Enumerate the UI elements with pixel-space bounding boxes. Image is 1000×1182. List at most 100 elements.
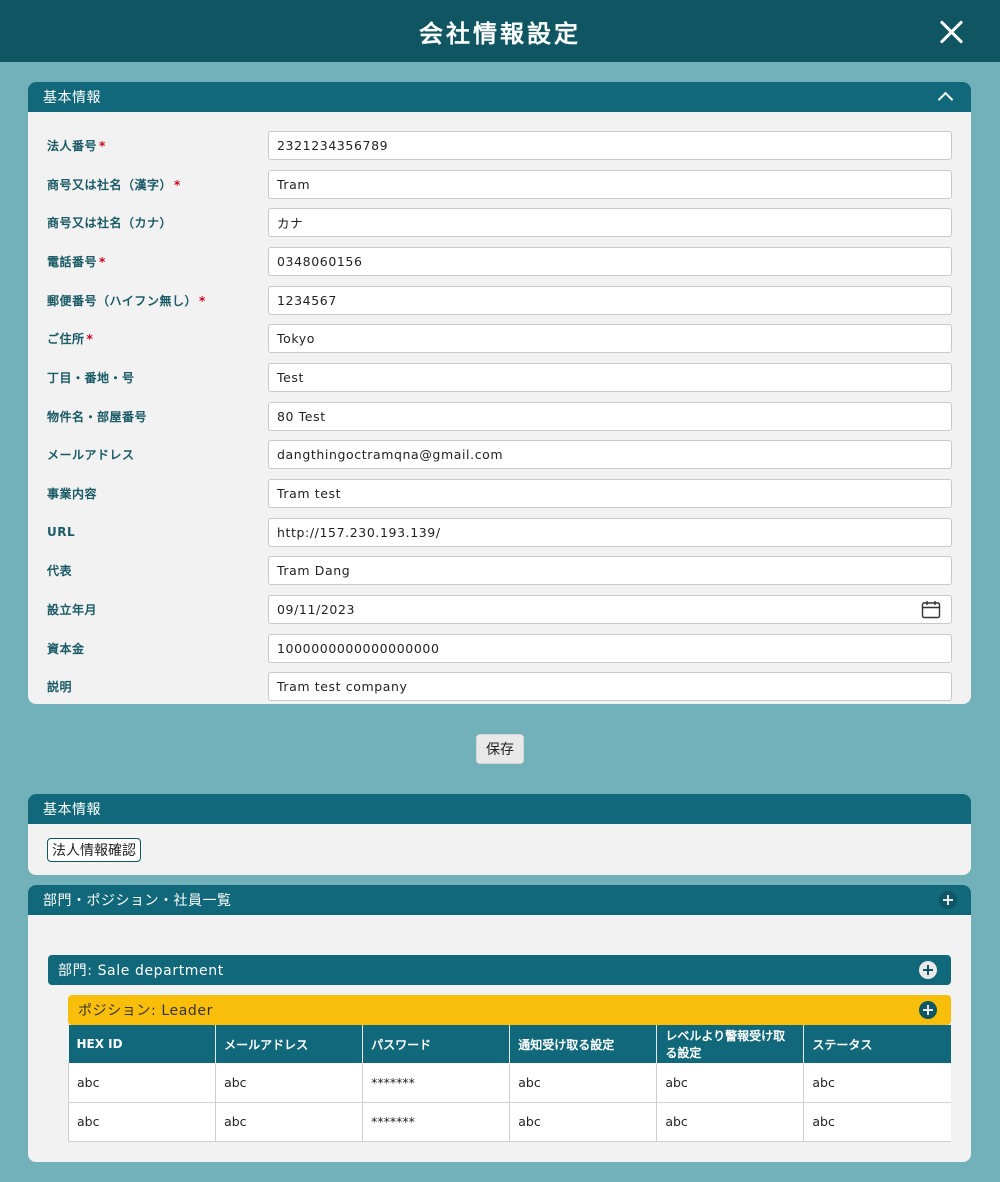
table-cell: abc	[215, 1063, 364, 1103]
field-label-text: メールアドレス	[47, 448, 135, 463]
calendar-icon[interactable]	[921, 600, 941, 619]
table-cell: *******	[362, 1102, 511, 1142]
text-field[interactable]: 1000000000000000000	[268, 633, 952, 663]
add-position-icon[interactable]	[919, 961, 937, 979]
text-field[interactable]: Tram test company	[268, 672, 952, 702]
column-header: 通知受け取る設定	[509, 1025, 658, 1063]
close-icon[interactable]	[938, 19, 964, 45]
field-label-text: 代表	[47, 564, 73, 579]
field-label: メールアドレス	[47, 446, 268, 463]
text-field[interactable]: カナ	[268, 208, 952, 238]
field-label: 資本金	[47, 640, 268, 657]
required-mark: *	[99, 138, 106, 153]
field-value: Tram	[277, 176, 311, 192]
table-row[interactable]: abc abc ******* abc abc abc	[67, 1102, 951, 1142]
text-field[interactable]: Tram	[268, 169, 952, 199]
field-label: 説明	[47, 678, 268, 695]
field-value: http://157.230.193.139/	[277, 524, 441, 540]
field-label-text: 説明	[47, 680, 73, 695]
employee-table: HEX ID メールアドレス パスワード 通知受け取る設定 レベルより警報受け取る設定ス…	[67, 1025, 951, 1142]
required-mark: *	[99, 254, 106, 269]
corp-info-panel: 基本情報 法人情報確認	[28, 794, 971, 875]
corp-info-confirm-button[interactable]: 法人情報確認	[47, 838, 141, 862]
form-row: 物件名・部屋番号 80 Test	[47, 397, 952, 436]
field-value: カナ	[277, 216, 304, 232]
add-department-icon[interactable]	[939, 891, 957, 909]
text-field[interactable]: Tram test	[268, 479, 952, 509]
field-label-text: URL	[47, 525, 76, 540]
form-row: URL http://157.230.193.139/	[47, 513, 952, 552]
basic-info-panel: 基本情報 法人番号 * 2321234356789 商号又は社名（漢字） * Tram 商号…	[28, 82, 971, 704]
field-label: 事業内容	[47, 485, 268, 502]
required-mark: *	[199, 293, 206, 308]
form-row: 設立年月 09/11/2023	[47, 590, 952, 629]
text-field[interactable]: Tokyo	[268, 324, 952, 354]
table-cell: abc	[656, 1063, 805, 1103]
table-cell: abc	[67, 1063, 217, 1103]
field-label-text: 法人番号	[47, 138, 98, 153]
field-value: 09/11/2023	[277, 602, 356, 618]
field-label-text: 資本金	[47, 641, 85, 656]
field-label: 商号又は社名（カナ）	[47, 214, 268, 231]
text-field[interactable]: 0348060156	[268, 246, 952, 276]
text-field[interactable]: http://157.230.193.139/	[268, 517, 952, 547]
table-cell: abc	[67, 1102, 217, 1142]
required-mark: *	[86, 332, 94, 347]
field-value: 2321234356789	[277, 137, 389, 153]
table-cell: abc	[509, 1102, 658, 1142]
column-header: ステータス	[803, 1025, 951, 1063]
field-label: 法人番号 *	[47, 137, 268, 154]
field-value: dangthingoctramqna@gmail.com	[277, 447, 504, 463]
field-label: ご住所 *	[47, 330, 268, 347]
table-cell: abc	[509, 1063, 658, 1103]
form-row: メールアドレス dangthingoctramqna@gmail.com	[47, 436, 952, 475]
basic-info-header[interactable]: 基本情報	[28, 82, 971, 112]
title-bar: 会社情報設定	[0, 0, 1000, 62]
text-field[interactable]: 2321234356789	[268, 130, 952, 160]
company-form: 法人番号 * 2321234356789 商号又は社名（漢字） * Tram 商号又は社名（…	[28, 112, 971, 704]
field-value: 1234567	[277, 292, 337, 308]
table-cell: abc	[656, 1102, 805, 1142]
org-panel: 部門・ポジション・社員一覧 部門: Sale department ポジション:…	[28, 885, 971, 1162]
form-row: 商号又は社名（漢字） * Tram	[47, 165, 952, 204]
column-header: パスワード	[362, 1025, 511, 1063]
position-bar[interactable]: ポジション: Leader	[68, 995, 951, 1025]
field-value: Tram test company	[277, 679, 408, 695]
field-label: 物件名・部屋番号	[47, 408, 268, 425]
field-value: 1000000000000000000	[277, 640, 440, 656]
form-row: 説明 Tram test company	[47, 668, 952, 704]
org-title: 部門・ポジション・社員一覧	[43, 893, 232, 909]
table-cell: abc	[803, 1102, 951, 1142]
text-field[interactable]: 80 Test	[268, 401, 952, 431]
field-label-text: ご住所	[47, 332, 85, 347]
field-label-text: 設立年月	[47, 603, 98, 618]
field-label-text: 物件名・部屋番号	[47, 409, 148, 424]
form-row: 事業内容 Tram test	[47, 474, 952, 513]
page-title: 会社情報設定	[419, 19, 581, 48]
table-row[interactable]: abc abc ******* abc abc abc	[67, 1063, 951, 1103]
form-row: 郵便番号（ハイフン無し） * 1234567	[47, 281, 952, 320]
text-field[interactable]: Tram Dang	[268, 556, 952, 586]
field-label: 商号又は社名（漢字） *	[47, 176, 268, 193]
corp-info-header: 基本情報	[28, 794, 971, 824]
text-field[interactable]: 1234567	[268, 285, 952, 315]
field-label-text: 丁目・番地・号	[47, 370, 135, 385]
add-employee-icon[interactable]	[919, 1001, 937, 1019]
chevron-up-icon[interactable]	[937, 91, 954, 108]
text-field[interactable]: 09/11/2023	[268, 595, 952, 625]
form-row: 丁目・番地・号 Test	[47, 358, 952, 397]
field-label: 代表	[47, 562, 268, 579]
form-row: 法人番号 * 2321234356789	[47, 126, 952, 165]
field-value: Tram test	[277, 486, 342, 502]
field-label: 郵便番号（ハイフン無し） *	[47, 292, 268, 309]
form-row: ご住所 * Tokyo	[47, 319, 952, 358]
save-button[interactable]: 保存	[476, 734, 524, 764]
basic-info-title: 基本情報	[43, 90, 101, 106]
position-label: ポジション: Leader	[78, 1003, 213, 1019]
table-cell: abc	[215, 1102, 364, 1142]
field-label: URL	[47, 525, 268, 539]
text-field[interactable]: dangthingoctramqna@gmail.com	[268, 440, 952, 470]
org-header: 部門・ポジション・社員一覧	[28, 885, 971, 915]
text-field[interactable]: Test	[268, 362, 952, 392]
department-bar[interactable]: 部門: Sale department	[48, 955, 951, 985]
